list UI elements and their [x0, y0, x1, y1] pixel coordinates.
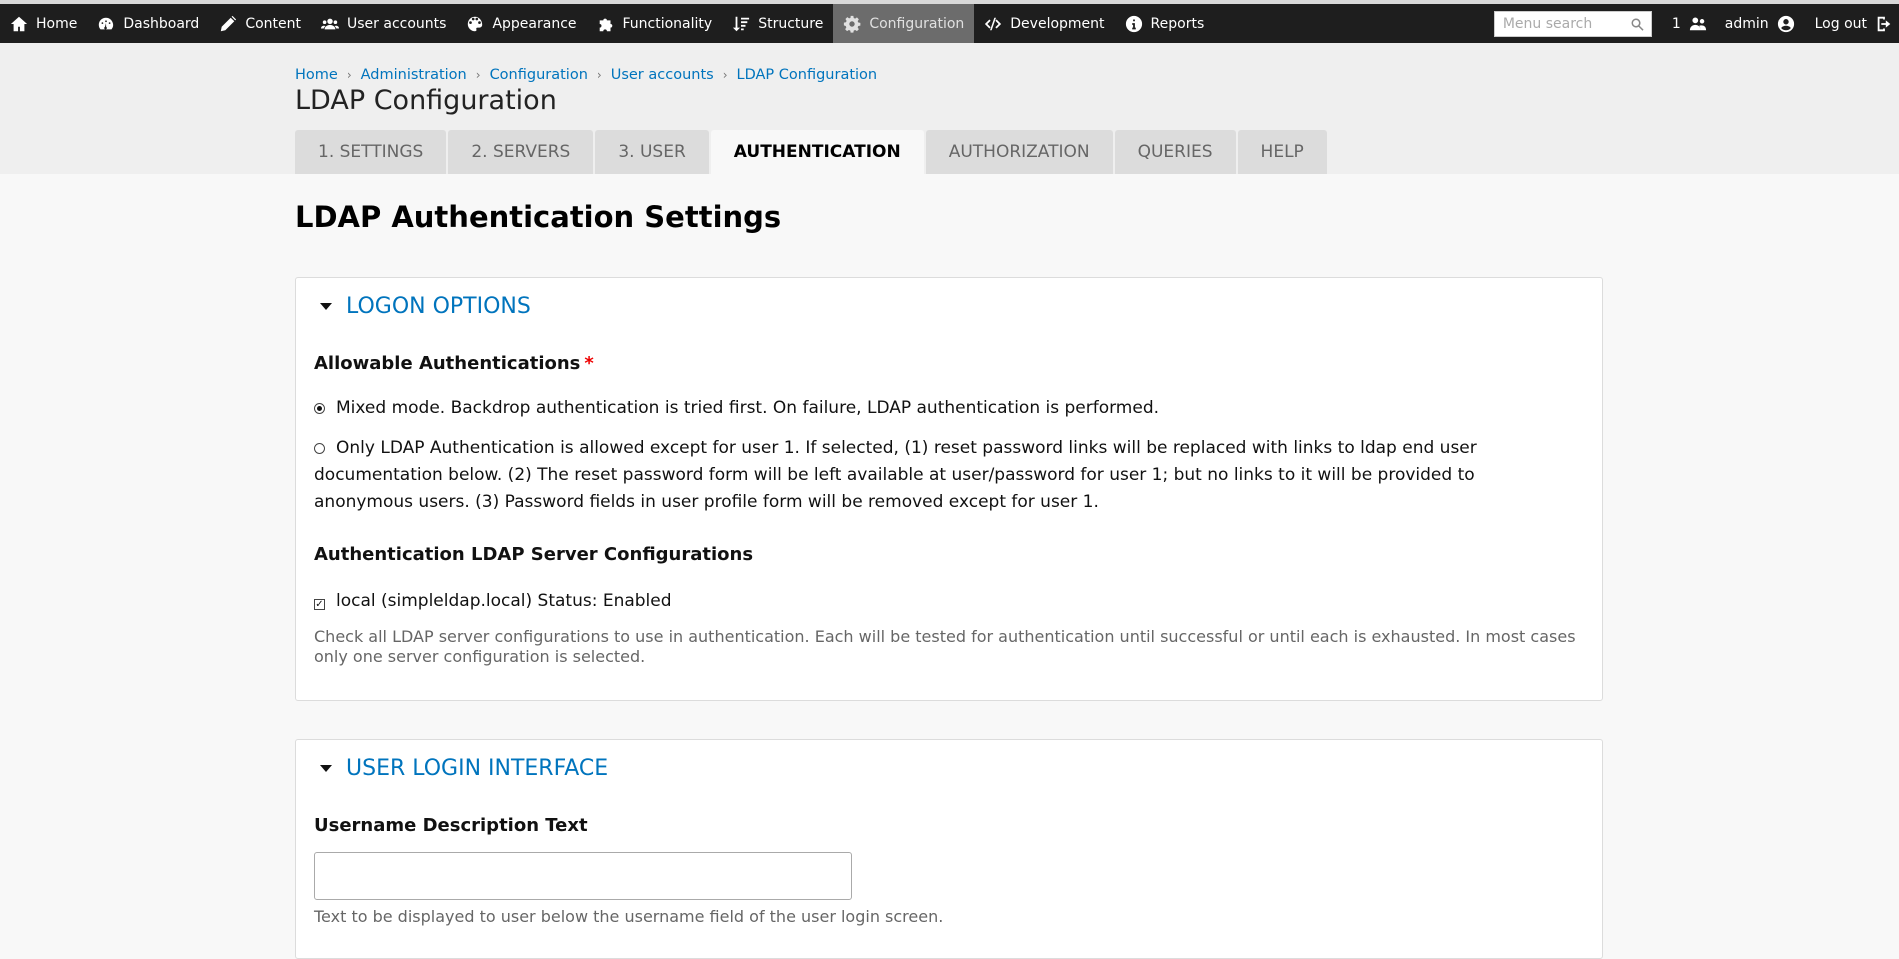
- admin-menu-content[interactable]: Content: [209, 4, 311, 43]
- sort-icon: [733, 16, 750, 31]
- admin-menu-user-accounts[interactable]: User accounts: [311, 4, 456, 43]
- menu-search-input[interactable]: [1494, 11, 1651, 36]
- chevron-right-icon: ›: [722, 68, 728, 82]
- tab-help[interactable]: HELP: [1237, 130, 1327, 174]
- logout-label: Log out: [1814, 15, 1867, 32]
- gear-icon: [844, 15, 861, 33]
- server-configurations-description: Check all LDAP server configurations to …: [314, 627, 1576, 666]
- allowable-authentications-text: Allowable Authentications: [314, 353, 581, 374]
- admin-menu-label: Functionality: [622, 15, 713, 32]
- local-server-checkbox[interactable]: ✓: [314, 599, 325, 610]
- search-icon[interactable]: [1630, 17, 1645, 32]
- tab-servers[interactable]: 2. SERVERS: [448, 130, 594, 174]
- online-users-count: 1: [1671, 15, 1681, 32]
- ldap-only-radio[interactable]: [314, 443, 325, 454]
- palette-icon: [468, 16, 483, 31]
- admin-toolbar: Home Dashboard Content User accounts App…: [0, 0, 1899, 43]
- menu-search: [1493, 10, 1652, 37]
- user-login-interface-fieldset: USER LOGIN INTERFACE Username Descriptio…: [295, 739, 1603, 959]
- admin-menu-label: Development: [1010, 15, 1105, 32]
- breadcrumb-configuration[interactable]: Configuration: [490, 67, 588, 83]
- ldap-only-label: Only LDAP Authentication is allowed exce…: [314, 438, 1477, 512]
- admin-menu-home[interactable]: Home: [0, 4, 87, 43]
- info-icon: [1125, 15, 1142, 32]
- breadcrumb-home[interactable]: Home: [295, 67, 338, 83]
- admin-menu-reports[interactable]: Reports: [1115, 4, 1215, 43]
- username-description-input[interactable]: [315, 853, 851, 899]
- admin-menu-label: Home: [36, 15, 78, 32]
- breadcrumb-ldap-configuration[interactable]: LDAP Configuration: [737, 67, 878, 83]
- tab-authorization[interactable]: AUTHORIZATION: [925, 130, 1113, 174]
- logon-options-toggle[interactable]: LOGON OPTIONS: [320, 294, 531, 319]
- home-icon: [10, 16, 28, 31]
- user-circle-icon: [1777, 15, 1794, 32]
- admin-menu: Home Dashboard Content User accounts App…: [0, 4, 1214, 43]
- puzzle-icon: [599, 18, 612, 31]
- admin-menu-appearance[interactable]: Appearance: [456, 4, 586, 43]
- caret-down-icon: [320, 303, 332, 310]
- chevron-right-icon: ›: [346, 68, 352, 82]
- server-option-local[interactable]: ✓ local (simpleldap.local) Status: Enable…: [314, 588, 1579, 615]
- user-login-interface-toggle[interactable]: USER LOGIN INTERFACE: [320, 756, 608, 781]
- admin-menu-dashboard[interactable]: Dashboard: [87, 4, 209, 43]
- admin-menu-label: Dashboard: [123, 15, 200, 32]
- admin-user-area: 1 admin Log out: [1493, 4, 1899, 43]
- tab-bar: 1. SETTINGS 2. SERVERS 3. USER AUTHENTIC…: [295, 130, 1327, 174]
- username-description-field: [314, 852, 852, 900]
- auth-option-ldap-only[interactable]: Only LDAP Authentication is allowed exce…: [314, 435, 1579, 516]
- admin-menu-development[interactable]: Development: [974, 4, 1114, 43]
- admin-menu-label: Reports: [1150, 15, 1205, 32]
- tab-user[interactable]: 3. USER: [595, 130, 709, 174]
- code-icon: [985, 17, 1002, 30]
- admin-menu-structure[interactable]: Structure: [722, 4, 833, 43]
- section-title: LDAP Authentication Settings: [295, 200, 782, 234]
- admin-menu-label: Structure: [758, 15, 824, 32]
- admin-menu-functionality[interactable]: Functionality: [587, 4, 723, 43]
- pencil-icon: [221, 15, 237, 31]
- users-icon: [1689, 17, 1706, 30]
- admin-menu-label: User accounts: [347, 15, 447, 32]
- tab-settings[interactable]: 1. SETTINGS: [295, 130, 447, 174]
- logon-options-fieldset: LOGON OPTIONS Allowable Authentications *…: [295, 277, 1603, 701]
- chevron-right-icon: ›: [475, 68, 481, 82]
- logon-options-legend: LOGON OPTIONS: [346, 294, 531, 319]
- breadcrumb-user-accounts[interactable]: User accounts: [611, 67, 714, 83]
- breadcrumb-administration[interactable]: Administration: [361, 67, 467, 83]
- admin-menu-label: Content: [245, 15, 301, 32]
- user-login-interface-legend: USER LOGIN INTERFACE: [346, 756, 609, 781]
- tab-queries[interactable]: QUERIES: [1114, 130, 1236, 174]
- username-label: admin: [1724, 15, 1769, 32]
- online-users-counter[interactable]: 1: [1664, 4, 1715, 43]
- logout-icon: [1877, 16, 1891, 31]
- admin-menu-configuration[interactable]: Configuration: [833, 4, 975, 43]
- caret-down-icon: [320, 765, 332, 772]
- dashboard-icon: [99, 17, 114, 29]
- server-configurations-label: Authentication LDAP Server Configuration…: [314, 544, 754, 565]
- mixed-mode-label: Mixed mode. Backdrop authentication is t…: [336, 398, 1160, 418]
- admin-menu-label: Configuration: [869, 15, 965, 32]
- allowable-authentications-label: Allowable Authentications *: [314, 353, 594, 374]
- breadcrumb: Home › Administration › Configuration › …: [295, 67, 877, 83]
- logout-link[interactable]: Log out: [1805, 4, 1899, 43]
- local-server-label: local (simpleldap.local) Status: Enabled: [336, 591, 672, 611]
- mixed-mode-radio[interactable]: [314, 403, 325, 414]
- users-icon: [321, 18, 339, 29]
- required-marker: *: [584, 353, 594, 374]
- page-title: LDAP Configuration: [295, 85, 557, 116]
- username-description-help: Text to be displayed to user below the u…: [314, 907, 944, 926]
- tab-authentication[interactable]: AUTHENTICATION: [710, 130, 924, 174]
- chevron-right-icon: ›: [596, 68, 602, 82]
- admin-menu-label: Appearance: [492, 15, 577, 32]
- page-header: Home › Administration › Configuration › …: [0, 43, 1899, 174]
- user-account-menu[interactable]: admin: [1715, 4, 1805, 43]
- username-description-label: Username Description Text: [314, 815, 588, 836]
- auth-option-mixed[interactable]: Mixed mode. Backdrop authentication is t…: [314, 395, 1579, 422]
